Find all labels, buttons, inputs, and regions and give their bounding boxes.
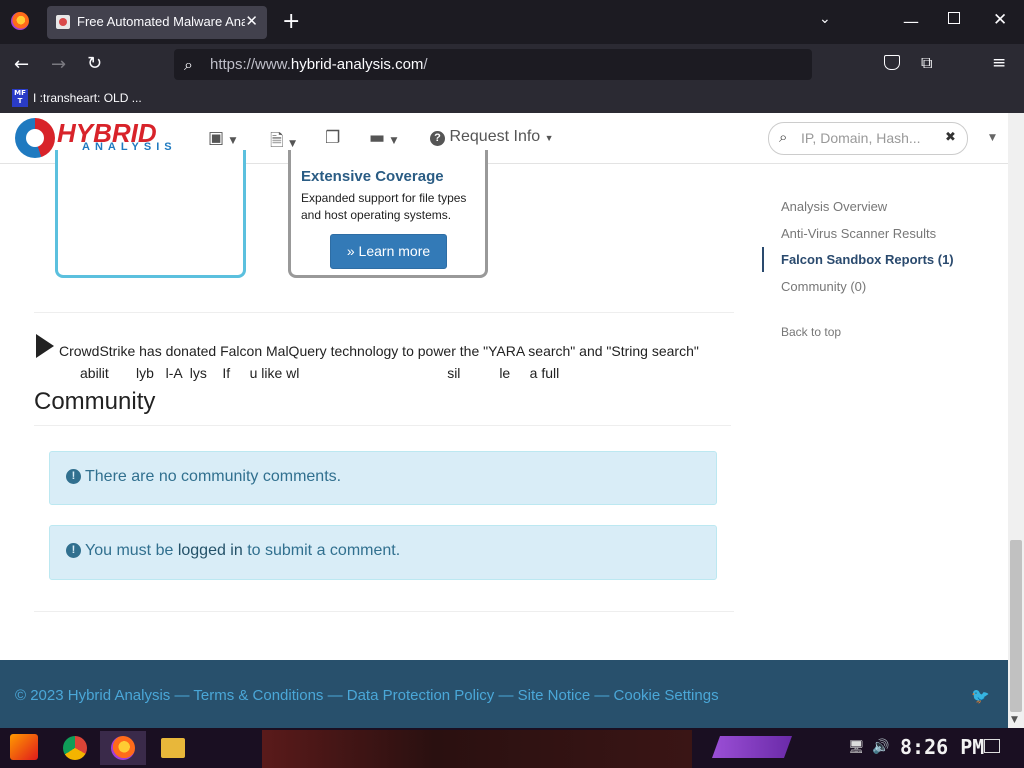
- folder-icon: ▬: [369, 128, 386, 148]
- search-icon: ⌕: [779, 128, 788, 146]
- question-circle-icon: ?: [430, 131, 445, 146]
- no-comments-text: There are no community comments.: [85, 468, 342, 485]
- firefox-taskbar-icon: [111, 736, 135, 760]
- back-arrow-icon[interactable]: ←: [14, 54, 29, 75]
- exclamation-circle-icon: !: [66, 469, 81, 484]
- chevron-down-icon: ▼: [390, 136, 398, 146]
- tab-title: Free Automated Malware Analysis: [77, 14, 245, 29]
- back-to-top-link[interactable]: Back to top: [781, 325, 841, 339]
- clear-search-icon[interactable]: ✖: [945, 130, 956, 145]
- request-info-label: Request Info: [449, 128, 541, 145]
- url-prefix: https://www.: [210, 56, 291, 73]
- list-all-tabs-icon[interactable]: ⌄: [819, 11, 831, 27]
- login-suffix: to submit a comment.: [242, 542, 401, 559]
- volume-icon[interactable]: 🔊: [872, 739, 889, 755]
- reload-icon[interactable]: ↻: [87, 53, 102, 74]
- url-suffix: /: [423, 56, 428, 73]
- mouse-cursor-icon: [36, 334, 54, 358]
- chrome-taskbar-icon[interactable]: [63, 736, 87, 760]
- firefox-menu-icon[interactable]: [11, 12, 29, 30]
- extensions-icon[interactable]: ⧉: [921, 53, 932, 73]
- taskbar-decoration: [712, 736, 792, 758]
- url-text[interactable]: https://www.hybrid-analysis.com/: [210, 56, 428, 73]
- exclamation-circle-icon: !: [66, 543, 81, 558]
- sidebar-item-antivirus-results[interactable]: Anti-Virus Scanner Results: [781, 226, 936, 241]
- malquery-notice-text: CrowdStrike has donated Falcon MalQuery …: [59, 343, 699, 359]
- window-close-icon[interactable]: ✕: [993, 10, 1007, 30]
- bookmarks-bar: [0, 86, 1024, 114]
- logged-in-link[interactable]: logged in: [178, 542, 243, 559]
- nav-reports-button[interactable]: ❐: [325, 128, 340, 148]
- twitter-icon[interactable]: 🐦: [971, 687, 990, 705]
- bookmark-item[interactable]: I :transheart: OLD ...: [33, 91, 142, 105]
- active-tab[interactable]: Free Automated Malware Analysis ✕: [47, 6, 267, 39]
- sidebar-item-falcon-sandbox-reports[interactable]: Falcon Sandbox Reports (1): [781, 252, 954, 267]
- learn-more-label: Learn more: [358, 243, 431, 259]
- scrollbar-thumb[interactable]: [1010, 540, 1022, 712]
- section-divider: [34, 312, 734, 313]
- taskbar-clock[interactable]: 8:26 PM: [900, 735, 984, 759]
- bookmark-favicon-icon: MF T: [12, 89, 28, 107]
- notifications-icon[interactable]: [984, 739, 1000, 753]
- login-required-text: You must be logged in to submit a commen…: [85, 542, 400, 560]
- url-domain: hybrid-analysis.com: [290, 56, 424, 73]
- restore-icon[interactable]: [948, 12, 960, 24]
- forward-arrow-icon[interactable]: →: [51, 54, 66, 75]
- copy-files-icon: ❐: [325, 128, 341, 148]
- start-button-icon[interactable]: [10, 734, 38, 760]
- section-divider: [34, 611, 734, 612]
- nav-request-info-menu[interactable]: ? Request Info ▼: [430, 128, 554, 146]
- hamburger-menu-icon[interactable]: ≡: [992, 53, 1006, 73]
- chevron-down-icon: ▼: [289, 139, 296, 149]
- feature-card: [55, 150, 246, 278]
- network-icon[interactable]: 🖥: [848, 740, 865, 755]
- file-explorer-taskbar-icon[interactable]: [161, 738, 185, 758]
- double-chevron-right-icon: »: [346, 243, 355, 259]
- sidebar-item-community[interactable]: Community (0): [781, 279, 866, 294]
- login-prefix: You must be: [85, 542, 178, 559]
- learn-more-button[interactable]: » Learn more: [330, 234, 447, 269]
- minimize-icon[interactable]: —: [903, 12, 919, 31]
- sidebar-active-indicator: [762, 247, 764, 272]
- site-search-input[interactable]: IP, Domain, Hash...: [801, 130, 921, 146]
- login-required-alert: ! You must be logged in to submit a comm…: [49, 525, 717, 580]
- community-heading: Community: [34, 388, 156, 415]
- pocket-icon[interactable]: [884, 55, 900, 70]
- hybrid-analysis-logo-icon[interactable]: [15, 118, 55, 158]
- footer-links[interactable]: © 2023 Hybrid Analysis — Terms & Conditi…: [15, 687, 719, 704]
- no-comments-alert: ! There are no community comments.: [49, 451, 717, 505]
- malquery-notice-text-partial: abilit lyb l-A lys If u like wl sil le a…: [80, 365, 560, 381]
- tab-close-icon[interactable]: ✕: [245, 12, 258, 30]
- chevron-down-icon: ▼: [544, 133, 554, 143]
- chevron-down-icon: ▼: [229, 136, 237, 146]
- scroll-down-arrow-icon[interactable]: ▼: [1011, 715, 1018, 725]
- sidebar-item-analysis-overview[interactable]: Analysis Overview: [781, 199, 887, 214]
- chevron-down-icon[interactable]: ▼: [989, 133, 996, 143]
- nav-sandbox-menu[interactable]: ▣ ▼: [208, 128, 236, 148]
- feature-card-title: Extensive Coverage: [301, 168, 444, 185]
- taskbar-wallpaper-area: [262, 730, 692, 768]
- nav-collections-menu[interactable]: ▬ ▼: [369, 128, 397, 148]
- feature-card-description: Expanded support for file types and host…: [301, 191, 467, 222]
- site-favicon-icon: [56, 15, 70, 29]
- cube-icon: ▣: [208, 128, 225, 148]
- community-divider: [34, 425, 731, 426]
- new-tab-button[interactable]: +: [282, 9, 300, 34]
- file-upload-icon: 🗎: [270, 131, 284, 151]
- search-icon: ⌕: [184, 55, 193, 74]
